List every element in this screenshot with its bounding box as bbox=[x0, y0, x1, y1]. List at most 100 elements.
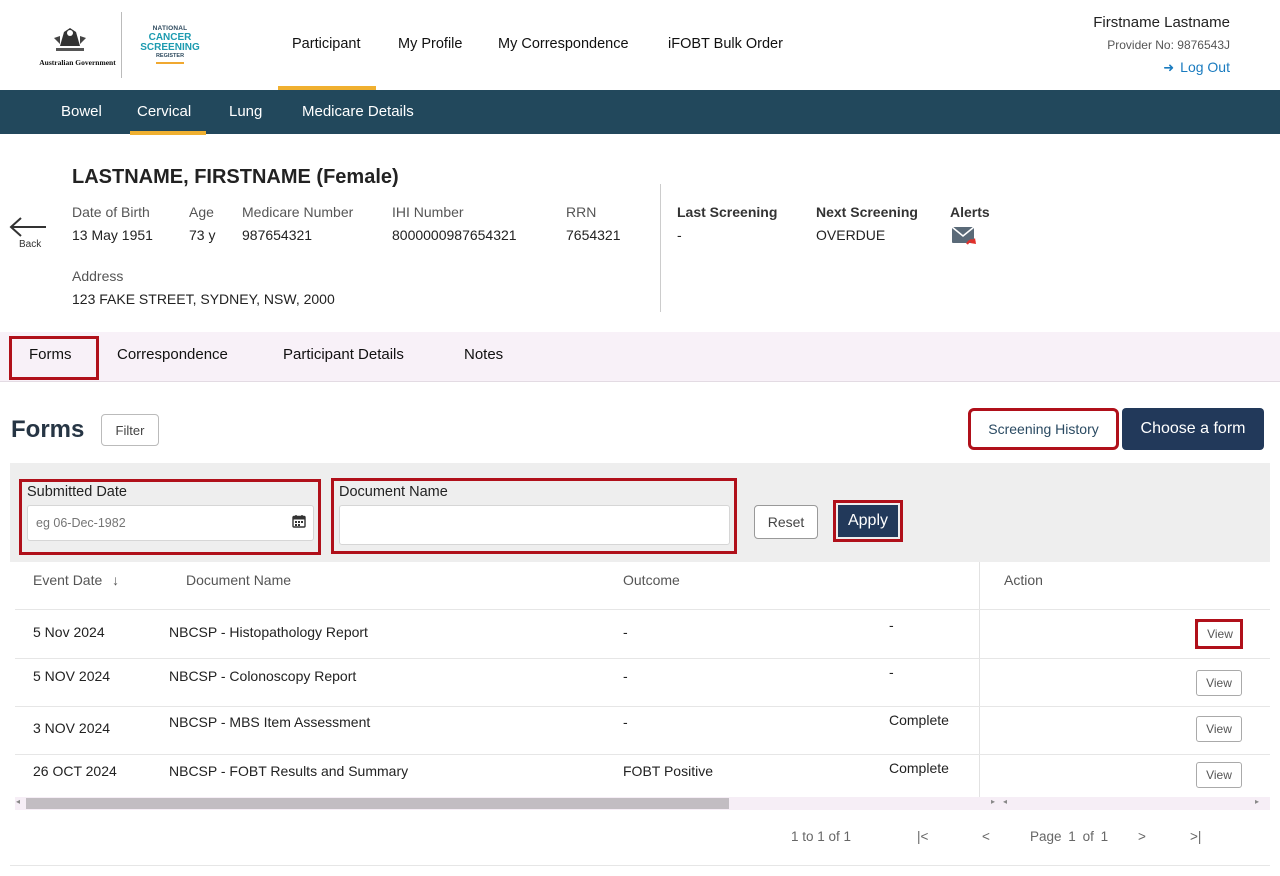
submitted-date-input[interactable] bbox=[27, 505, 314, 541]
rrn-label: RRN bbox=[566, 204, 597, 220]
scroll-left-icon[interactable]: ◂ bbox=[1003, 797, 1007, 806]
ncsr-logo-line: CANCER bbox=[148, 31, 192, 43]
australian-government-logo[interactable]: Australian Government bbox=[30, 24, 125, 70]
view-button[interactable]: View bbox=[1196, 716, 1242, 742]
row-event-date: 26 OCT 2024 bbox=[33, 763, 117, 779]
view-button-highlight bbox=[1195, 619, 1243, 649]
nav-my-profile[interactable]: My Profile bbox=[398, 36, 462, 52]
first-page-icon[interactable]: |< bbox=[917, 829, 928, 844]
col-document-name[interactable]: Document Name bbox=[186, 572, 291, 588]
ncsr-logo-line: SCREENING bbox=[140, 41, 200, 53]
action-column-divider bbox=[979, 562, 980, 798]
ihi-label: IHI Number bbox=[392, 204, 464, 220]
back-label[interactable]: Back bbox=[19, 239, 41, 250]
next-page-icon[interactable]: > bbox=[1138, 829, 1146, 844]
view-button[interactable]: View bbox=[1196, 670, 1242, 696]
last-screening-label: Last Screening bbox=[677, 204, 778, 220]
nav-participant[interactable]: Participant bbox=[292, 36, 361, 52]
filter-button[interactable]: Filter bbox=[101, 414, 159, 446]
col-outcome[interactable]: Outcome bbox=[623, 572, 680, 588]
scrollbar-thumb[interactable] bbox=[26, 798, 729, 809]
subnav-active-indicator bbox=[130, 131, 206, 135]
dob-value: 13 May 1951 bbox=[72, 227, 153, 243]
back-arrow-icon[interactable] bbox=[8, 216, 48, 238]
scroll-right-icon[interactable]: ▸ bbox=[991, 797, 995, 806]
age-value: 73 y bbox=[189, 227, 216, 243]
participant-divider bbox=[660, 184, 661, 312]
row-outcome: FOBT Positive bbox=[623, 763, 713, 779]
page-indicator: Page 1 of 1 bbox=[1030, 829, 1108, 844]
last-page-icon[interactable]: >| bbox=[1190, 829, 1201, 844]
ncsr-logo[interactable]: NATIONAL CANCER SCREENING REGISTER bbox=[130, 25, 210, 64]
ihi-value: 8000000987654321 bbox=[392, 227, 517, 243]
dob-label: Date of Birth bbox=[72, 204, 150, 220]
row-document-name: NBCSP - Histopathology Report bbox=[169, 624, 368, 640]
row-outcome: - bbox=[623, 714, 628, 730]
row-outcome: - bbox=[623, 668, 628, 684]
apply-button[interactable]: Apply bbox=[838, 505, 898, 537]
subnav-cervical[interactable]: Cervical bbox=[137, 103, 191, 120]
prev-page-icon[interactable]: < bbox=[982, 829, 990, 844]
tab-correspondence[interactable]: Correspondence bbox=[117, 346, 228, 363]
program-subnav: Bowel Cervical Lung Medicare Details bbox=[0, 90, 1280, 134]
subnav-medicare-details[interactable]: Medicare Details bbox=[302, 103, 414, 120]
document-name-input[interactable] bbox=[339, 505, 730, 545]
screening-history-button[interactable]: Screening History bbox=[968, 408, 1119, 450]
row-status: - bbox=[889, 617, 894, 633]
subnav-bowel[interactable]: Bowel bbox=[61, 103, 102, 120]
rrn-value: 7654321 bbox=[566, 227, 621, 243]
document-name-label: Document Name bbox=[339, 484, 448, 500]
ncsr-logo-bar bbox=[156, 62, 184, 64]
col-action: Action bbox=[1004, 572, 1043, 588]
tab-participant-details[interactable]: Participant Details bbox=[283, 346, 404, 363]
tab-forms-highlight bbox=[9, 336, 99, 380]
gov-name: Australian Government bbox=[39, 58, 116, 67]
row-document-name: NBCSP - MBS Item Assessment bbox=[169, 714, 371, 730]
sort-arrow-icon: ↓ bbox=[112, 572, 120, 588]
choose-form-button[interactable]: Choose a form bbox=[1122, 408, 1264, 450]
row-divider bbox=[15, 609, 1270, 610]
address-value: 123 FAKE STREET, SYDNEY, NSW, 2000 bbox=[72, 291, 335, 307]
nav-ifobt-bulk-order[interactable]: iFOBT Bulk Order bbox=[668, 36, 783, 52]
scroll-left-icon[interactable]: ◂ bbox=[16, 797, 20, 806]
col-event-date[interactable]: Event Date ↓ bbox=[33, 572, 119, 588]
alerts-label: Alerts bbox=[950, 204, 990, 220]
age-label: Age bbox=[189, 204, 214, 220]
view-button[interactable]: View bbox=[1196, 762, 1242, 788]
submitted-date-label: Submitted Date bbox=[27, 484, 127, 500]
row-status: Complete bbox=[889, 760, 949, 776]
col-event-date-label: Event Date bbox=[33, 572, 103, 588]
row-document-name: NBCSP - FOBT Results and Summary bbox=[169, 763, 409, 779]
calendar-icon[interactable] bbox=[292, 514, 306, 528]
row-divider bbox=[15, 706, 1270, 707]
next-screening-label: Next Screening bbox=[816, 204, 918, 220]
page-number: 1 bbox=[1068, 829, 1076, 844]
government-crest-icon bbox=[54, 28, 86, 51]
page-of-label: of bbox=[1082, 829, 1094, 844]
row-document-name: NBCSP - Colonoscopy Report bbox=[169, 668, 357, 684]
tab-notes[interactable]: Notes bbox=[464, 346, 503, 363]
medicare-label: Medicare Number bbox=[242, 204, 354, 220]
row-divider bbox=[15, 658, 1270, 659]
user-name: Firstname Lastname bbox=[1093, 14, 1230, 31]
logout-link[interactable]: ➜ Log Out bbox=[1163, 59, 1230, 76]
row-status: Complete bbox=[889, 712, 949, 728]
scroll-right-icon[interactable]: ▸ bbox=[1255, 797, 1259, 806]
logout-label: Log Out bbox=[1180, 59, 1230, 75]
bottom-divider bbox=[10, 865, 1270, 866]
last-screening-value: - bbox=[677, 227, 682, 243]
medicare-value: 987654321 bbox=[242, 227, 313, 243]
mail-alert-icon[interactable] bbox=[951, 224, 977, 250]
address-label: Address bbox=[72, 268, 124, 284]
reset-button[interactable]: Reset bbox=[754, 505, 818, 539]
nav-my-correspondence[interactable]: My Correspondence bbox=[498, 36, 629, 52]
subnav-lung[interactable]: Lung bbox=[229, 103, 262, 120]
top-header: Australian Government NATIONAL CANCER SC… bbox=[0, 0, 1280, 90]
participant-name: LASTNAME, FIRSTNAME (Female) bbox=[72, 166, 399, 188]
row-event-date: 5 NOV 2024 bbox=[33, 668, 111, 684]
page-label: Page bbox=[1030, 829, 1062, 844]
row-outcome: - bbox=[623, 624, 628, 640]
provider-number: Provider No: 9876543J bbox=[1107, 38, 1230, 52]
pagination-range: 1 to 1 of 1 bbox=[791, 829, 852, 844]
ncsr-logo-line: REGISTER bbox=[155, 52, 185, 59]
